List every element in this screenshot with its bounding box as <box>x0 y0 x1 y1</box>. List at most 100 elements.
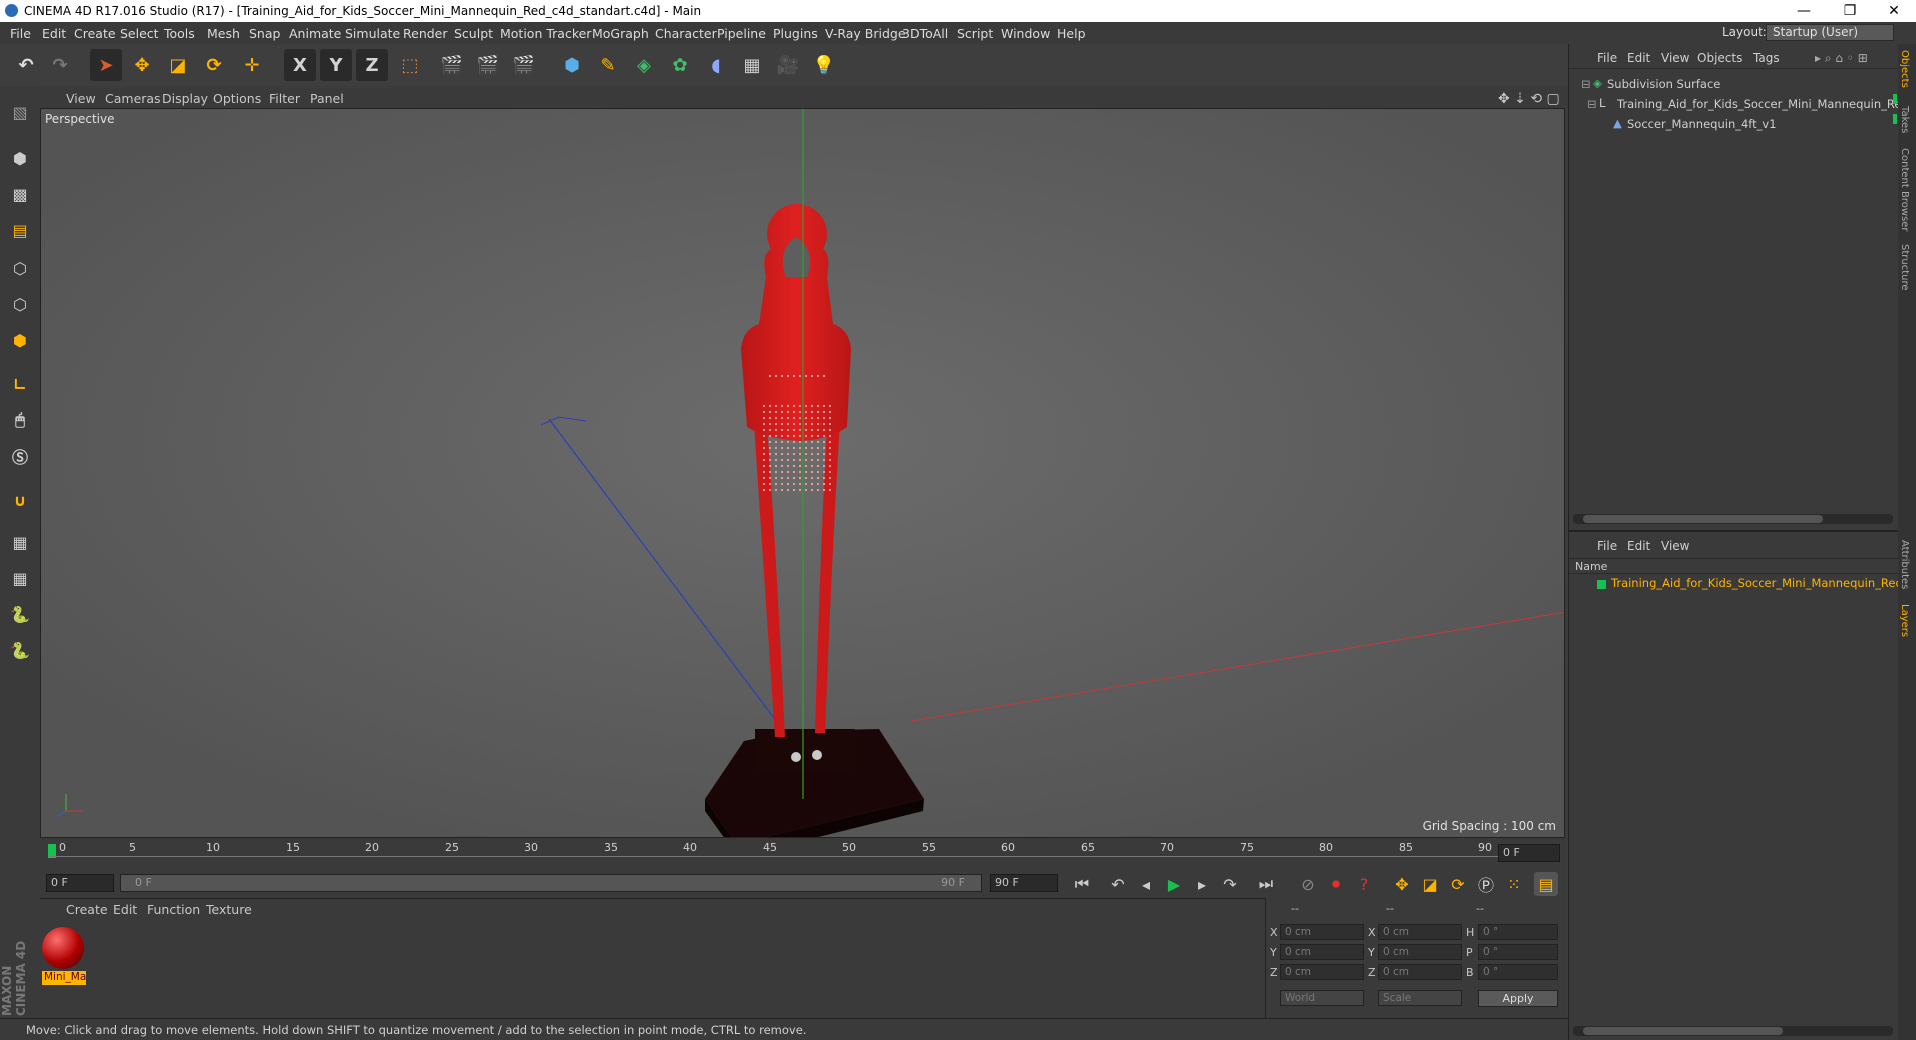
play-icon[interactable]: ▶ <box>1162 872 1186 896</box>
tweak-mode-icon[interactable]: 🖱 <box>4 404 36 436</box>
layers-menu-edit[interactable]: Edit <box>1627 539 1650 553</box>
scrollbar-thumb[interactable] <box>1583 1027 1783 1035</box>
menu-window[interactable]: Window <box>1001 26 1050 41</box>
material-menu-function[interactable]: Function <box>147 902 200 917</box>
move-tool-icon[interactable]: ✥ <box>126 49 158 81</box>
tab-takes[interactable]: Takes <box>1899 106 1910 133</box>
timeline-ruler[interactable]: 0 5 10 15 20 25 30 35 40 45 50 55 60 65 … <box>40 838 1565 866</box>
key-scale-icon[interactable]: ◪ <box>1418 872 1442 896</box>
tree-toggle-icon[interactable]: ⊟ <box>1581 77 1591 91</box>
viewport-menu-cameras[interactable]: Cameras <box>105 91 161 106</box>
restore-button[interactable]: ❐ <box>1830 1 1870 21</box>
render-view-icon[interactable]: 🎬 <box>436 49 468 81</box>
prev-frame-icon[interactable]: ◂ <box>1134 872 1158 896</box>
menu-simulate[interactable]: Simulate <box>345 26 400 41</box>
menu-motion-tracker[interactable]: Motion Tracker <box>500 26 591 41</box>
objects-menu-view[interactable]: View <box>1661 51 1689 65</box>
key-pla-icon[interactable]: ⁙ <box>1502 872 1526 896</box>
timeline-layout-icon[interactable]: ▤ <box>1534 872 1558 896</box>
texture-mode-icon[interactable]: ▩ <box>4 178 36 210</box>
key-position-icon[interactable]: ✥ <box>1390 872 1414 896</box>
objects-menu-objects[interactable]: Objects <box>1697 51 1742 65</box>
menu-plugins[interactable]: Plugins <box>773 26 818 41</box>
size-z-field[interactable]: 0 cm <box>1378 964 1462 980</box>
lock-workplane-icon[interactable]: ▦ <box>4 526 36 558</box>
viewport-menu-filter[interactable]: Filter <box>269 91 300 106</box>
transform-tool-icon[interactable]: ✛ <box>236 49 268 81</box>
render-settings-icon[interactable]: 🎬 <box>508 49 540 81</box>
rot-h-field[interactable]: 0 ° <box>1478 924 1558 940</box>
y-axis-lock-icon[interactable]: Y <box>320 49 352 81</box>
viewport-menu-view[interactable]: View <box>66 91 96 106</box>
key-parameter-icon[interactable]: Ⓟ <box>1474 872 1498 896</box>
record-keys-icon[interactable]: ⊘ <box>1296 872 1320 896</box>
rot-p-field[interactable]: 0 ° <box>1478 944 1558 960</box>
key-rotation-icon[interactable]: ⟳ <box>1446 872 1470 896</box>
objects-toolbar-icons[interactable]: ▸ ⌕ ⌂ ◦ ⊞ <box>1815 51 1868 66</box>
light-icon[interactable]: 💡 <box>808 49 840 81</box>
minimize-button[interactable]: — <box>1784 1 1824 21</box>
python-icon[interactable]: 🐍 <box>4 598 36 630</box>
tab-content-browser[interactable]: Content Browser <box>1899 148 1910 231</box>
make-editable-icon[interactable]: ▧ <box>4 96 36 128</box>
pos-y-field[interactable]: 0 cm <box>1280 944 1364 960</box>
menu-mesh[interactable]: Mesh <box>207 26 240 41</box>
scale-dropdown[interactable]: Scale <box>1378 990 1462 1006</box>
scrollbar-thumb[interactable] <box>1583 515 1823 523</box>
camera-icon[interactable]: 🎥 <box>772 49 804 81</box>
menu-edit[interactable]: Edit <box>42 26 66 41</box>
menu-character[interactable]: Character <box>655 26 717 41</box>
menu-select[interactable]: Select <box>120 26 159 41</box>
menu-mograph[interactable]: MoGraph <box>592 26 649 41</box>
z-axis-lock-icon[interactable]: Z <box>356 49 388 81</box>
menu-help[interactable]: Help <box>1057 26 1086 41</box>
material-menu-texture[interactable]: Texture <box>206 902 252 917</box>
menu-pipeline[interactable]: Pipeline <box>717 26 766 41</box>
objects-menu-tags[interactable]: Tags <box>1753 51 1780 65</box>
material-swatch[interactable]: Mini_Ma <box>42 927 86 985</box>
tree-item-subdivision[interactable]: Subdivision Surface <box>1607 77 1720 91</box>
close-button[interactable]: ✕ <box>1874 1 1914 21</box>
layer-item[interactable]: Training_Aid_for_Kids_Soccer_Mini_Manneq… <box>1611 576 1903 590</box>
points-mode-icon[interactable]: ⬡ <box>4 252 36 284</box>
goto-end-icon[interactable]: ⏭ <box>1254 872 1278 896</box>
axis-mode-icon[interactable]: ∟ <box>4 368 36 400</box>
render-picture-viewer-icon[interactable]: 🎬 <box>472 49 504 81</box>
select-tool-icon[interactable]: ➤ <box>90 49 122 81</box>
pen-spline-icon[interactable]: ✎ <box>592 49 624 81</box>
autokey-icon[interactable]: ⏺ <box>1324 872 1348 896</box>
start-frame-field[interactable]: 0 F <box>46 874 114 892</box>
apply-button[interactable]: Apply <box>1478 990 1558 1007</box>
tree-item-training-aid[interactable]: Training_Aid_for_Kids_Soccer_Mini_Manneq… <box>1617 97 1909 111</box>
objects-menu-file[interactable]: File <box>1597 51 1617 65</box>
pos-z-field[interactable]: 0 cm <box>1280 964 1364 980</box>
cube-primitive-icon[interactable]: ⬢ <box>556 49 588 81</box>
menu-3dtoall[interactable]: 3DToAll <box>902 26 948 41</box>
scale-tool-icon[interactable]: ◪ <box>162 49 194 81</box>
floor-icon[interactable]: ▦ <box>736 49 768 81</box>
layers-menu-file[interactable]: File <box>1597 539 1617 553</box>
layers-menu-view[interactable]: View <box>1661 539 1689 553</box>
tree-item-mannequin[interactable]: Soccer_Mannequin_4ft_v1 <box>1627 117 1777 131</box>
frame-range-slider[interactable]: 0 F 90 F <box>120 874 982 892</box>
coordinate-system-icon[interactable]: ⬚ <box>394 49 426 81</box>
goto-start-icon[interactable]: ⏮ <box>1070 872 1094 896</box>
size-x-field[interactable]: 0 cm <box>1378 924 1462 940</box>
tab-layers[interactable]: Layers <box>1899 604 1910 637</box>
name-column[interactable]: Name <box>1575 560 1607 573</box>
layer-scrollbar[interactable] <box>1573 1026 1893 1036</box>
cloner-icon[interactable]: ✿ <box>664 49 696 81</box>
tree-toggle-icon[interactable]: ⊟ <box>1587 97 1597 111</box>
menu-create[interactable]: Create <box>74 26 116 41</box>
x-axis-lock-icon[interactable]: X <box>284 49 316 81</box>
material-menu-edit[interactable]: Edit <box>113 902 137 917</box>
tab-attributes[interactable]: Attributes <box>1899 540 1910 589</box>
magnet-icon[interactable]: ∪ <box>4 484 36 516</box>
workplane-icon[interactable]: ▤ <box>4 214 36 246</box>
planar-workplane-icon[interactable]: ▦ <box>4 562 36 594</box>
tab-objects[interactable]: Objects <box>1899 50 1910 88</box>
menu-file[interactable]: File <box>10 26 31 41</box>
deformer-icon[interactable]: ◖ <box>700 49 732 81</box>
objects-menu-edit[interactable]: Edit <box>1627 51 1650 65</box>
material-menu-create[interactable]: Create <box>66 902 108 917</box>
